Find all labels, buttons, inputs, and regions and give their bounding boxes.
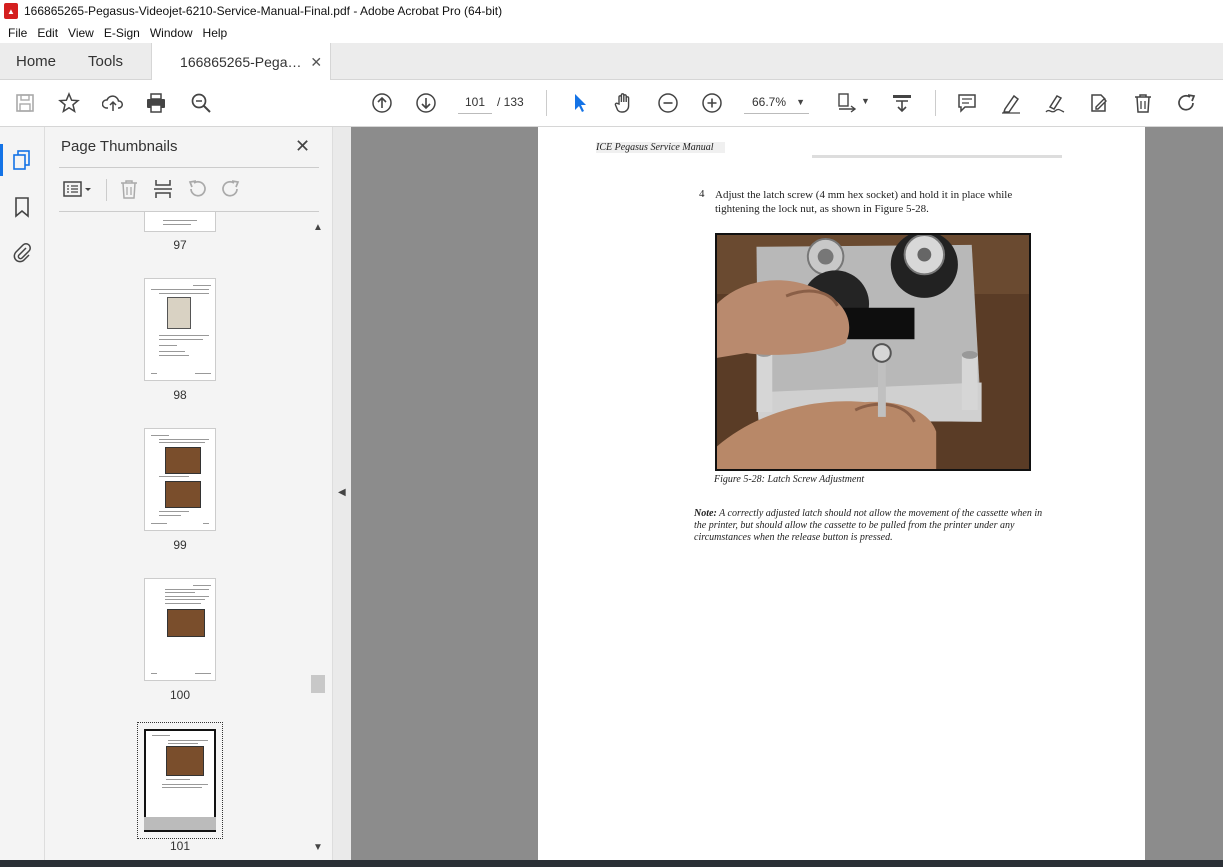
toolbar-divider (546, 90, 547, 116)
thumbnail-label: 98 (173, 388, 187, 402)
zoom-search-icon[interactable] (188, 90, 214, 116)
thumbnail-label: 100 (169, 688, 191, 702)
pdf-page: ICE Pegasus Service Manual 4 Adjust the … (538, 127, 1145, 860)
panel-toolbar-divider (106, 179, 107, 201)
panel-toolbar (59, 177, 319, 203)
menu-view[interactable]: View (63, 26, 99, 40)
note-text: A correctly adjusted latch should not al… (694, 508, 1043, 543)
window-title: 166865265-Pegasus-Videojet-6210-Service-… (24, 4, 503, 18)
page-thumbnails-panel: Page Thumbnails ✕ 97 98 99 100 101 ▲ ▼ (45, 127, 333, 860)
running-header: ICE Pegasus Service Manual (596, 142, 726, 153)
thumbnail-page-100[interactable] (144, 578, 216, 681)
comment-icon[interactable] (954, 90, 980, 116)
title-bar: ▲ 166865265-Pegasus-Videojet-6210-Servic… (0, 0, 1223, 22)
thumbnail-page-97[interactable] (144, 212, 216, 232)
tab-document[interactable]: 166865265-Pegas... ✕ (151, 43, 332, 81)
extract-page-icon[interactable] (151, 177, 175, 201)
thumbnail-options-icon[interactable] (61, 177, 95, 201)
highlight-icon[interactable] (998, 90, 1024, 116)
redo-icon[interactable] (1174, 90, 1200, 116)
page-up-icon[interactable] (369, 90, 395, 116)
step-text: Adjust the latch screw (4 mm hex socket)… (715, 189, 1013, 215)
step-number: 4 (699, 188, 705, 200)
sign-icon[interactable] (1042, 90, 1068, 116)
delete-page-icon[interactable] (117, 177, 141, 201)
note-paragraph: Note: A correctly adjusted latch should … (694, 508, 1054, 544)
zoom-level-value: 66.7% (752, 95, 787, 109)
left-rail (0, 127, 45, 860)
thumbnail-page-98[interactable] (144, 278, 216, 381)
document-viewport[interactable]: ICE Pegasus Service Manual 4 Adjust the … (351, 127, 1223, 860)
latch-screw-photo (715, 233, 1031, 471)
os-taskbar (0, 860, 1223, 867)
tab-document-label: 166865265-Pegas... (180, 54, 306, 70)
zoom-in-icon[interactable] (699, 90, 725, 116)
scrollbar-thumb[interactable] (311, 675, 325, 693)
thumbnail-scrollbar[interactable]: ▲ ▼ (310, 212, 326, 857)
print-icon[interactable] (143, 90, 169, 116)
page-down-icon[interactable] (413, 90, 439, 116)
upload-icon[interactable] (100, 90, 126, 116)
zoom-out-icon[interactable] (655, 90, 681, 116)
menu-help[interactable]: Help (198, 26, 233, 40)
close-panel-icon[interactable]: ✕ (295, 136, 310, 157)
chevron-down-icon[interactable]: ▼ (861, 96, 870, 106)
collapse-left-icon[interactable]: ◀ (338, 487, 346, 498)
page-total: / 133 (497, 95, 524, 109)
menu-edit[interactable]: Edit (32, 26, 63, 40)
panel-collapse-strip[interactable]: ◀ (333, 127, 351, 860)
zoom-level-select[interactable]: 66.7% ▼ (744, 90, 809, 114)
hand-icon[interactable] (611, 90, 637, 116)
panel-title: Page Thumbnails (61, 138, 178, 155)
main-toolbar (0, 80, 1223, 127)
attachment-icon[interactable] (10, 240, 34, 264)
rotate-right-icon[interactable] (219, 177, 243, 201)
menu-esign[interactable]: E-Sign (99, 26, 145, 40)
rotate-left-icon[interactable] (185, 177, 209, 201)
menu-bar: File Edit View E-Sign Window Help (0, 22, 1223, 43)
thumbnail-label: 99 (173, 538, 187, 552)
note-label: Note: (694, 508, 717, 519)
select-cursor-icon[interactable] (567, 90, 593, 116)
edit-pdf-icon[interactable] (1086, 90, 1112, 116)
menu-window[interactable]: Window (145, 26, 198, 40)
menu-file[interactable]: File (3, 26, 32, 40)
thumbnail-list: 97 98 99 100 101 (45, 212, 310, 857)
thumbnail-page-99[interactable] (144, 428, 216, 531)
thumbnail-page-101[interactable] (144, 729, 216, 832)
bookmark-icon[interactable] (10, 195, 34, 219)
tab-tools[interactable]: Tools (72, 43, 139, 79)
save-icon[interactable] (12, 90, 38, 116)
pdf-icon: ▲ (4, 3, 18, 19)
page-thumbnails-icon[interactable] (0, 144, 34, 176)
chevron-down-icon: ▼ (796, 97, 805, 107)
scroll-mode-icon[interactable] (889, 90, 915, 116)
toolbar-divider (935, 90, 936, 116)
star-icon[interactable] (56, 90, 82, 116)
fit-page-icon[interactable] (834, 90, 860, 116)
tab-bar: Home Tools 166865265-Pegas... ✕ (0, 43, 1223, 81)
panel-divider (59, 167, 319, 168)
thumbnail-label: 101 (169, 839, 191, 853)
delete-icon[interactable] (1130, 90, 1156, 116)
close-tab-icon[interactable]: ✕ (310, 54, 322, 71)
scroll-down-arrow-icon[interactable]: ▼ (313, 842, 323, 853)
current-page-input[interactable]: 101 (458, 90, 492, 114)
scroll-up-arrow-icon[interactable]: ▲ (313, 222, 323, 233)
figure-caption: Figure 5-28: Latch Screw Adjustment (714, 474, 865, 485)
tab-home[interactable]: Home (0, 43, 72, 79)
header-rule (812, 155, 1062, 158)
thumbnail-label: 97 (173, 238, 187, 252)
